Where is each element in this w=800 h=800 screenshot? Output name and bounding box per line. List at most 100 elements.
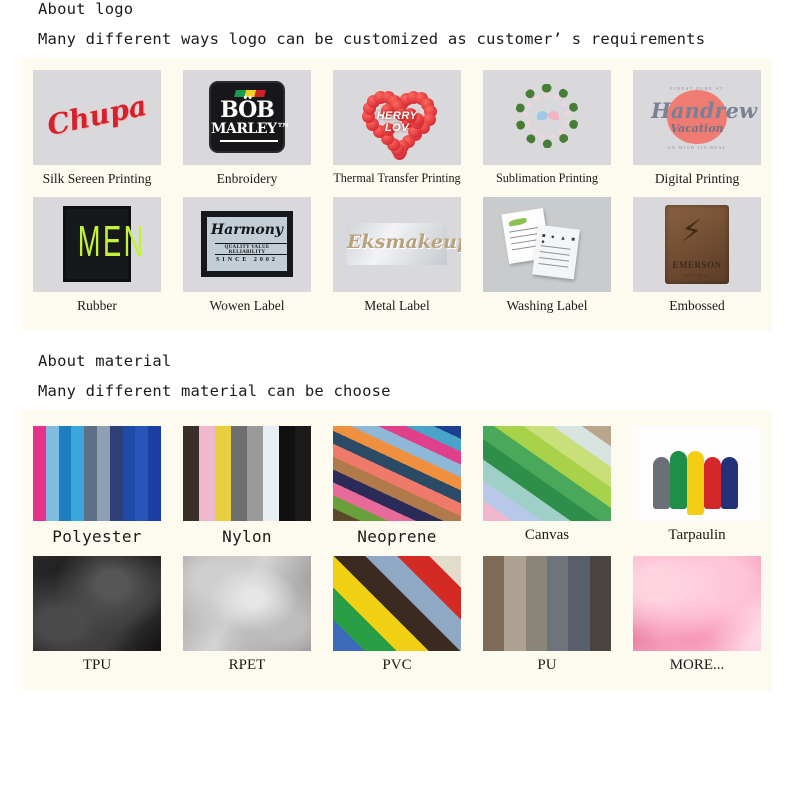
polyester-thumbnail xyxy=(33,426,161,521)
silk-screen-printing-thumbnail: Chupa xyxy=(33,70,161,165)
pvc-thumbnail xyxy=(333,556,461,651)
material-item-label: Tarpaulin xyxy=(668,521,725,554)
logo-item-thermal-transfer-printing[interactable]: HERRY LOV Thermal Transfer Printing xyxy=(322,70,472,197)
bob-text: BÖB xyxy=(211,97,283,123)
handrew-main-text: Handrew xyxy=(651,98,743,123)
logo-item-label: Thermal Transfer Printing xyxy=(333,165,460,196)
material-item-label: PU xyxy=(537,651,556,684)
stripe xyxy=(46,426,59,521)
bob-marley-patch-art: BÖB MARLEY™ xyxy=(209,81,285,153)
logo-item-washing-label[interactable]: ■ ● ▲ ■ ● Washing Label xyxy=(472,197,622,324)
logo-item-embroidery[interactable]: BÖB MARLEY™ Enbroidery xyxy=(172,70,322,197)
material-item-canvas[interactable]: Canvas xyxy=(472,426,622,556)
stripe xyxy=(123,426,136,521)
material-item-label: Neoprene xyxy=(357,521,436,556)
material-item-more[interactable]: MORE... xyxy=(622,556,772,684)
material-section-heading-block: About material Many different material c… xyxy=(0,352,800,400)
logo-item-label: Digital Printing xyxy=(655,165,739,197)
about-material-section: About material Many different material c… xyxy=(0,352,800,690)
handrew-vacation-art: FINEST PURE ST Handrew Vacation GO WITH … xyxy=(651,84,743,150)
canvas-thumbnail xyxy=(483,426,611,521)
tpu-swatch-art xyxy=(33,556,161,651)
material-item-tarpaulin[interactable]: Tarpaulin xyxy=(622,426,772,556)
harmony-brand-text: Harmony xyxy=(207,222,287,238)
stripe xyxy=(110,426,123,521)
material-section-subtitle: Many different material can be choose xyxy=(38,370,800,400)
canvas-swatch-art xyxy=(483,426,611,521)
stripe xyxy=(231,426,247,521)
material-item-rpet[interactable]: RPET xyxy=(172,556,322,684)
logo-item-label: Wowen Label xyxy=(209,292,284,324)
stripe xyxy=(504,556,525,651)
material-section-title: About material xyxy=(38,352,800,370)
logo-item-embossed[interactable]: ⚡ EMERSON IMPERIAL Embossed xyxy=(622,197,772,324)
material-item-label: MORE... xyxy=(670,651,725,684)
material-item-neoprene[interactable]: Neoprene xyxy=(322,426,472,556)
more-thumbnail xyxy=(633,556,761,651)
nylon-swatch-art xyxy=(183,426,311,521)
tarpaulin-sheet xyxy=(653,457,670,509)
material-item-label: TPU xyxy=(83,651,111,684)
logo-item-silk-screen-printing[interactable]: Chupa Silk Sereen Printing xyxy=(22,70,172,197)
rubber-thumbnail: MEN xyxy=(33,197,161,292)
stripe xyxy=(295,426,311,521)
material-item-label: PVC xyxy=(382,651,411,684)
stripe xyxy=(568,556,589,651)
harmony-since-text: SINCE 2002 xyxy=(207,257,287,263)
stripe xyxy=(199,426,215,521)
care-line xyxy=(540,251,570,256)
handrew-sub-text: Vacation xyxy=(651,122,743,135)
embossed-sub-text: IMPERIAL xyxy=(665,273,729,278)
heart-caption-text: HERRY LOV xyxy=(366,110,428,134)
woven-inner: Harmony QUALITY VALUE RELIABILITY SINCE … xyxy=(206,216,288,272)
material-item-pvc[interactable]: PVC xyxy=(322,556,472,684)
material-row-1: Polyester Nylon Neoprene Canvas Tarpauli… xyxy=(22,426,772,556)
neoprene-thumbnail xyxy=(333,426,461,521)
logo-item-label: Silk Sereen Printing xyxy=(43,165,152,197)
stripe xyxy=(33,426,46,521)
material-item-nylon[interactable]: Nylon xyxy=(172,426,322,556)
rpet-swatch-art xyxy=(183,556,311,651)
bird-right-icon xyxy=(548,111,559,120)
woven-rule-top xyxy=(215,243,289,244)
thermal-transfer-thumbnail: HERRY LOV xyxy=(333,70,461,165)
pu-swatch-art xyxy=(483,556,611,651)
bird-left-icon xyxy=(537,111,548,120)
material-item-label: Polyester xyxy=(52,521,141,556)
logo-item-digital-printing[interactable]: FINEST PURE ST Handrew Vacation GO WITH … xyxy=(622,70,772,197)
logo-section-title: About logo xyxy=(38,0,800,18)
logo-item-metal-label[interactable]: Eksmakeup Metal Label xyxy=(322,197,472,324)
stripe xyxy=(526,556,547,651)
woven-label-thumbnail: Harmony QUALITY VALUE RELIABILITY SINCE … xyxy=(183,197,311,292)
lightning-bolt-icon: ⚡ xyxy=(681,214,702,249)
tarpaulin-sheet xyxy=(721,457,738,509)
pvc-swatch-art xyxy=(333,556,461,651)
care-line xyxy=(538,263,568,268)
sublimation-printing-thumbnail xyxy=(483,70,611,165)
leaf-logo-icon xyxy=(508,218,527,227)
washing-label-thumbnail: ■ ● ▲ ■ ● xyxy=(483,197,611,292)
embossed-thumbnail: ⚡ EMERSON IMPERIAL xyxy=(633,197,761,292)
stripe xyxy=(247,426,263,521)
logo-item-woven-label[interactable]: Harmony QUALITY VALUE RELIABILITY SINCE … xyxy=(172,197,322,324)
care-labels-art: ■ ● ▲ ■ ● xyxy=(483,197,611,292)
tarpaulin-thumbnail xyxy=(633,426,761,521)
stripe xyxy=(183,426,199,521)
stripe xyxy=(71,426,84,521)
polyester-swatch-art xyxy=(33,426,161,521)
care-line xyxy=(539,257,569,262)
handrew-top-text: FINEST PURE ST xyxy=(651,86,743,91)
men-text: MEN xyxy=(78,217,116,267)
pu-thumbnail xyxy=(483,556,611,651)
logo-item-sublimation-printing[interactable]: Sublimation Printing xyxy=(472,70,622,197)
patch-divider xyxy=(220,140,278,142)
rpet-thumbnail xyxy=(183,556,311,651)
men-rubber-patch-art: MEN xyxy=(63,206,131,282)
metal-label-thumbnail: Eksmakeup xyxy=(333,197,461,292)
neoprene-swatch-art xyxy=(333,426,461,521)
material-item-pu[interactable]: PU xyxy=(472,556,622,684)
material-item-polyester[interactable]: Polyester xyxy=(22,426,172,556)
material-item-tpu[interactable]: TPU xyxy=(22,556,172,684)
logo-item-label: Embossed xyxy=(669,292,725,324)
logo-item-rubber[interactable]: MEN Rubber xyxy=(22,197,172,324)
